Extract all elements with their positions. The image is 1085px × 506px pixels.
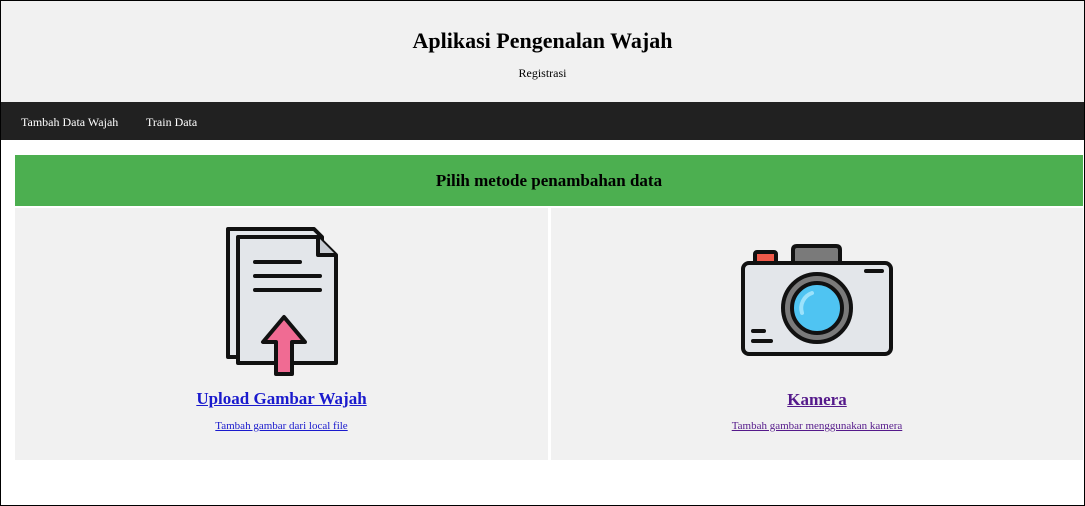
top-navbar: Tambah Data Wajah Train Data [1, 102, 1084, 140]
camera-icon[interactable] [551, 243, 1083, 358]
page-header: Aplikasi Pengenalan Wajah Registrasi [1, 1, 1084, 102]
method-banner: Pilih metode penambahan data [15, 155, 1083, 206]
upload-option-title[interactable]: Upload Gambar Wajah [15, 389, 548, 409]
banner-title: Pilih metode penambahan data [435, 171, 663, 190]
page-subtitle: Registrasi [518, 66, 567, 80]
camera-option-description[interactable]: Tambah gambar menggunakan kamera [551, 420, 1083, 432]
page-title: Aplikasi Pengenalan Wajah [412, 28, 673, 53]
file-upload-icon[interactable] [15, 223, 548, 378]
nav-item-tambah-data-wajah[interactable]: Tambah Data Wajah [21, 115, 118, 130]
upload-option-card: Upload Gambar Wajah Tambah gambar dari l… [15, 208, 548, 460]
nav-item-train-data[interactable]: Train Data [146, 115, 197, 130]
upload-option-description[interactable]: Tambah gambar dari local file [15, 420, 548, 432]
app-window: Aplikasi Pengenalan Wajah Registrasi Tam… [0, 0, 1085, 506]
camera-option-card: Kamera Tambah gambar menggunakan kamera [551, 208, 1083, 460]
camera-option-title[interactable]: Kamera [551, 390, 1083, 410]
